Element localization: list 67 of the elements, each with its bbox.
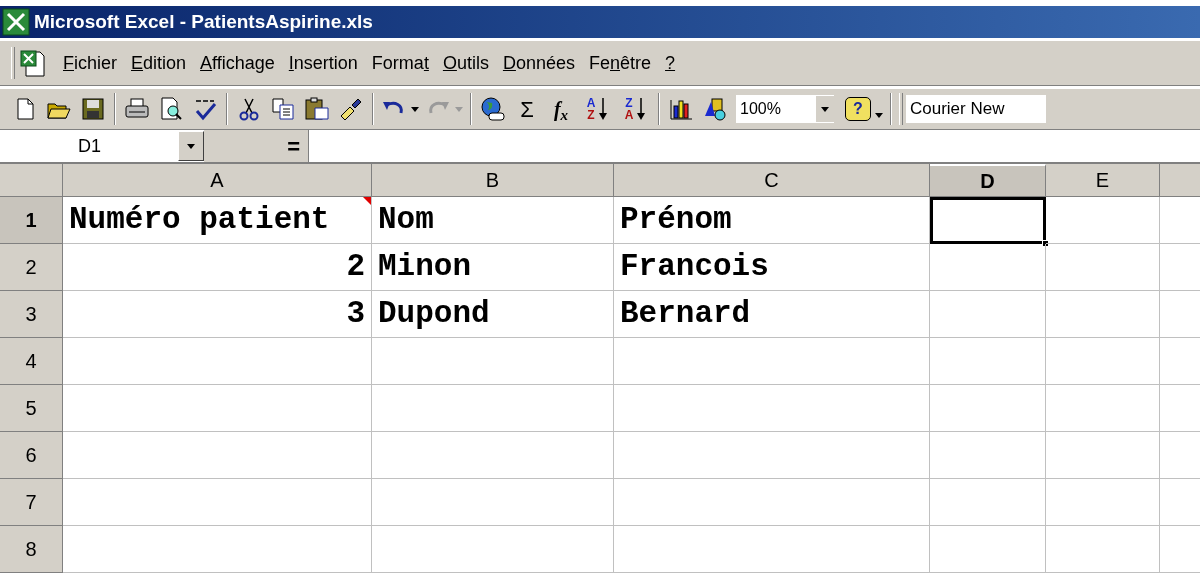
menu-item[interactable]: Edition: [124, 49, 194, 77]
caret-icon: [411, 106, 419, 112]
drawing-tools-icon: [702, 96, 728, 122]
menu-item[interactable]: Fenêtre: [582, 49, 659, 77]
paintbrush-icon: [338, 96, 364, 122]
select-all-button[interactable]: [0, 164, 63, 197]
table-cell: 3: [63, 291, 372, 338]
sort-letter: Z: [624, 97, 634, 109]
toolbar-grip[interactable]: [899, 93, 903, 125]
row-header[interactable]: 3: [0, 291, 63, 338]
column-header[interactable]: B: [372, 164, 614, 197]
table-cell: 2: [63, 244, 372, 291]
column-header[interactable]: E: [1046, 164, 1160, 197]
equals-button[interactable]: =: [204, 130, 308, 162]
print-preview-icon: [158, 96, 184, 122]
workbook-icon: [18, 48, 48, 78]
insert-function-button[interactable]: f$_{x}$: [544, 92, 578, 126]
column-header[interactable]: D: [930, 164, 1046, 197]
menu-item[interactable]: Format: [364, 49, 436, 77]
window-title: Microsoft Excel - PatientsAspirine.xls: [34, 9, 373, 34]
menu-item[interactable]: Données: [495, 49, 582, 77]
font-name-field[interactable]: Courier New: [906, 95, 1046, 123]
column-header[interactable]: A: [63, 164, 372, 197]
menu-item[interactable]: Affichage: [193, 49, 282, 77]
clipboard-icon: [304, 96, 330, 122]
zoom-combo[interactable]: 100%: [736, 95, 834, 123]
sort-letter: Z: [586, 109, 596, 121]
row-header[interactable]: 8: [0, 526, 63, 573]
globe-icon: [480, 96, 506, 122]
caret-icon: [875, 112, 883, 118]
row-header[interactable]: 2: [0, 244, 63, 291]
help-button[interactable]: ?: [842, 92, 886, 126]
table-cell: Francois: [614, 244, 930, 291]
caret-icon: [455, 106, 463, 112]
caret-icon: [187, 143, 195, 149]
autosum-button[interactable]: Σ: [510, 92, 544, 126]
table-cell: Prénom: [614, 197, 930, 244]
row-header[interactable]: 6: [0, 432, 63, 479]
menu-item[interactable]: Outils: [435, 49, 496, 77]
menu-item[interactable]: ?: [658, 49, 683, 77]
fill-handle[interactable]: [1042, 240, 1049, 247]
table-cell: Dupond: [372, 291, 614, 338]
save-icon: [80, 96, 106, 122]
table-cell: Bernard: [614, 291, 930, 338]
down-arrow-icon: [637, 98, 646, 120]
dropdown-button[interactable]: [816, 96, 834, 122]
sort-letter: A: [586, 97, 596, 109]
sort-letter: A: [624, 109, 634, 121]
down-arrow-icon: [599, 98, 608, 120]
toolbar-grip[interactable]: [11, 47, 15, 79]
table-cell: Minon: [372, 244, 614, 291]
column-header[interactable]: [1160, 164, 1200, 197]
sort-button[interactable]: Z A: [616, 92, 654, 126]
column-header[interactable]: C: [614, 164, 930, 197]
sort-button[interactable]: A Z: [578, 92, 616, 126]
row-header[interactable]: 5: [0, 385, 63, 432]
row-header[interactable]: 4: [0, 338, 63, 385]
menu-item[interactable]: Fichier: [56, 49, 124, 77]
menu-item[interactable]: Insertion: [281, 49, 365, 77]
caret-icon: [821, 106, 829, 112]
row-header[interactable]: 7: [0, 479, 63, 526]
row-header[interactable]: 1: [0, 197, 63, 244]
table-cell: Nom: [372, 197, 614, 244]
name-box-dropdown[interactable]: [178, 131, 204, 161]
table-cell: Numéro patient: [63, 197, 372, 244]
copy-icon: [270, 96, 296, 122]
app-icon: [2, 8, 30, 36]
